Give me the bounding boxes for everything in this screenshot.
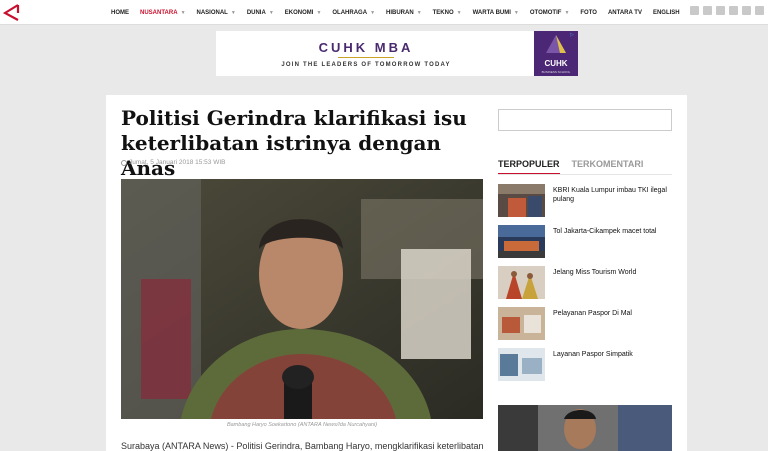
nav-label: OLAHRAGA — [332, 9, 368, 16]
chevron-down-icon: ▼ — [416, 9, 422, 16]
chevron-down-icon: ▼ — [513, 9, 519, 16]
instagram-icon[interactable] — [729, 6, 738, 15]
list-item-thumbnail — [498, 184, 545, 217]
list-item-thumbnail — [498, 225, 545, 258]
social-links — [686, 6, 764, 15]
sidebar-photo[interactable] — [498, 405, 672, 451]
youtube-icon[interactable] — [742, 6, 751, 15]
clock-icon — [121, 159, 127, 166]
article-title: Politisi Gerindra klarifikasi isu keterl… — [121, 106, 467, 180]
chevron-down-icon: ▼ — [564, 9, 570, 16]
nav-home[interactable]: HOME — [111, 10, 129, 16]
chevron-down-icon: ▼ — [180, 9, 186, 16]
article-photo — [121, 179, 483, 419]
nav-label: HIBURAN — [386, 9, 414, 16]
chevron-down-icon: ▼ — [370, 9, 376, 16]
list-item-title: Jelang Miss Tourism World — [553, 269, 637, 276]
list-item-title: KBRI Kuala Lumpur imbau TKI ilegal pulan… — [553, 187, 667, 203]
facebook-icon[interactable] — [703, 6, 712, 15]
list-item[interactable]: Jelang Miss Tourism World — [498, 266, 676, 307]
ad-divider — [338, 57, 394, 58]
antara-logo[interactable] — [3, 3, 21, 21]
nav-label: EKONOMI — [284, 9, 314, 16]
twitter-icon[interactable] — [716, 6, 725, 15]
chevron-down-icon: ▼ — [456, 9, 462, 16]
nav-antara-tv[interactable]: ANTARA TV — [608, 10, 642, 16]
chevron-down-icon: ▼ — [316, 9, 322, 16]
ad-logo-subtext: BUSINESS SCHOOL — [541, 70, 571, 74]
ad-banner[interactable]: CUHK MBA JOIN THE LEADERS OF TOMORROW TO… — [216, 31, 578, 76]
article-date-text: Jumat, 5 Januari 2018 15:53 WIB — [129, 159, 226, 166]
user-icon[interactable] — [690, 6, 699, 15]
list-item-thumbnail — [498, 266, 545, 299]
nav-warta-bumi[interactable]: WARTA BUMI ▼ — [473, 10, 519, 16]
nav-label: FOTO — [580, 9, 597, 16]
photo-caption: Bambang Haryo Soekartono (ANTARA News/Id… — [226, 422, 378, 428]
ad-subtitle: JOIN THE LEADERS OF TOMORROW TODAY — [281, 62, 451, 68]
popular-list: KBRI Kuala Lumpur imbau TKI ilegal pulan… — [498, 184, 676, 389]
ad-title: CUHK MBA — [318, 40, 414, 55]
nav-tekno[interactable]: TEKNO ▼ — [433, 10, 462, 16]
nav-english[interactable]: ENGLISH — [653, 10, 680, 16]
content-card: Politisi Gerindra klarifikasi isu keterl… — [106, 95, 687, 451]
tab-terkomentari[interactable]: TERKOMENTARI — [572, 159, 644, 175]
nav-label: WARTA BUMI — [472, 9, 511, 16]
ad-logo-text: CUHK — [544, 59, 568, 68]
nav-label: NASIONAL — [196, 9, 228, 16]
nav-nusantara[interactable]: NUSANTARA ▼ — [140, 10, 186, 16]
nav-label: NUSANTARA — [140, 9, 178, 16]
sidebar-tabs: TERPOPULER TERKOMENTARI — [498, 159, 655, 175]
list-item[interactable]: Pelayanan Paspor Di Mal — [498, 307, 676, 348]
list-item[interactable]: KBRI Kuala Lumpur imbau TKI ilegal pulan… — [498, 184, 676, 225]
nav-nasional[interactable]: NASIONAL ▼ — [197, 10, 236, 16]
nav-olahraga[interactable]: OLAHRAGA ▼ — [332, 10, 375, 16]
nav-otomotif[interactable]: OTOMOTIF ▼ — [530, 10, 570, 16]
main-menu: HOME NUSANTARA ▼ NASIONAL ▼ DUNIA ▼ EKONOMI… — [111, 0, 691, 25]
tab-divider — [498, 174, 672, 175]
sidebar-photo-image — [498, 405, 672, 451]
list-item-title: Tol Jakarta-Cikampek macet total — [553, 228, 657, 235]
list-item-title: Layanan Paspor Simpatik — [553, 351, 633, 358]
article-photo-image — [121, 179, 483, 419]
nav-hiburan[interactable]: HIBURAN ▼ — [386, 10, 422, 16]
search-input[interactable] — [498, 109, 672, 131]
nav-foto[interactable]: FOTO — [580, 10, 597, 16]
nav-label: DUNIA — [246, 9, 266, 16]
nav-label: OTOMOTIF — [529, 9, 562, 16]
list-item[interactable]: Layanan Paspor Simpatik — [498, 348, 676, 389]
top-navigation-bar: HOME NUSANTARA ▼ NASIONAL ▼ DUNIA ▼ EKONOMI… — [0, 0, 768, 25]
list-item-thumbnail — [498, 348, 545, 381]
article-lead: Surabaya (ANTARA News) - Politisi Gerind… — [121, 441, 483, 451]
google-plus-icon[interactable] — [755, 6, 764, 15]
ad-info-icon[interactable]: ▷ — [570, 32, 576, 38]
nav-ekonomi[interactable]: EKONOMI ▼ — [285, 10, 322, 16]
chevron-down-icon: ▼ — [268, 9, 274, 16]
nav-label: HOME — [111, 9, 129, 16]
nav-label: ANTARA TV — [607, 9, 642, 16]
list-item-title: Pelayanan Paspor Di Mal — [553, 310, 632, 317]
nav-label: ENGLISH — [652, 9, 680, 16]
chevron-down-icon: ▼ — [230, 9, 236, 16]
list-item-thumbnail — [498, 307, 545, 340]
list-item[interactable]: Tol Jakarta-Cikampek macet total — [498, 225, 676, 266]
tab-terpopuler[interactable]: TERPOPULER — [498, 159, 560, 175]
article-date: Jumat, 5 Januari 2018 15:53 WIB — [121, 159, 225, 166]
nav-dunia[interactable]: DUNIA ▼ — [247, 10, 274, 16]
nav-label: TEKNO — [432, 9, 454, 16]
